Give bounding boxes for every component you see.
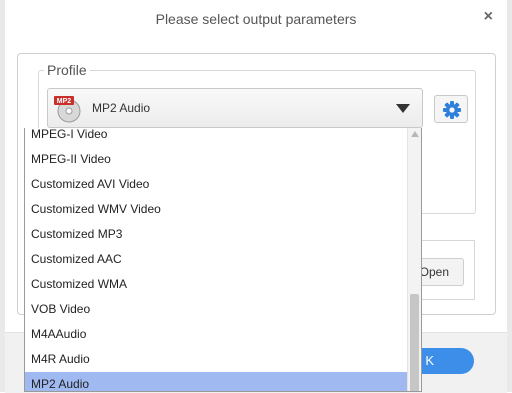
dropdown-item[interactable]: Customized WMV Video [25, 197, 408, 222]
dropdown-item[interactable]: MPEG-II Video [25, 147, 408, 172]
dropdown-item[interactable]: MPEG-I Video [25, 128, 408, 147]
dropdown-scrollbar[interactable] [407, 128, 421, 391]
dropdown-item[interactable]: Customized AAC [25, 247, 408, 272]
chevron-down-icon[interactable] [396, 104, 410, 113]
dialog-titlebar: Please select output parameters × [5, 0, 507, 38]
dropdown-item[interactable]: M4AAudio [25, 322, 408, 347]
gear-icon [443, 101, 461, 119]
output-parameters-dialog: Please select output parameters × Profil… [0, 0, 512, 393]
scroll-up-arrow-icon[interactable] [411, 131, 419, 137]
dropdown-item[interactable]: Customized MP3 [25, 222, 408, 247]
dropdown-item[interactable]: Customized WMA [25, 272, 408, 297]
dropdown-item[interactable]: VOB Video [25, 297, 408, 322]
dropdown-item[interactable]: M4R Audio [25, 347, 408, 372]
dropdown-item[interactable]: MP2 Audio [25, 372, 408, 391]
scrollbar-thumb[interactable] [410, 294, 419, 391]
dialog-title: Please select output parameters [155, 11, 357, 27]
mp2-badge-label: MP2 [57, 98, 72, 105]
dropdown-item[interactable]: Customized AVI Video [25, 172, 408, 197]
mp2-file-icon: MP2 [54, 96, 81, 123]
profile-select[interactable]: MP2 MP2 Audio [47, 88, 423, 128]
dialog-right-edge [507, 0, 512, 392]
profile-dropdown-list[interactable]: MPEG-I Video MPEG-II Video Customized AVI … [24, 128, 422, 392]
profile-settings-button[interactable] [434, 95, 468, 123]
close-icon[interactable]: × [484, 8, 493, 26]
profile-select-value: MP2 Audio [92, 101, 151, 115]
profile-legend: Profile [44, 62, 90, 78]
